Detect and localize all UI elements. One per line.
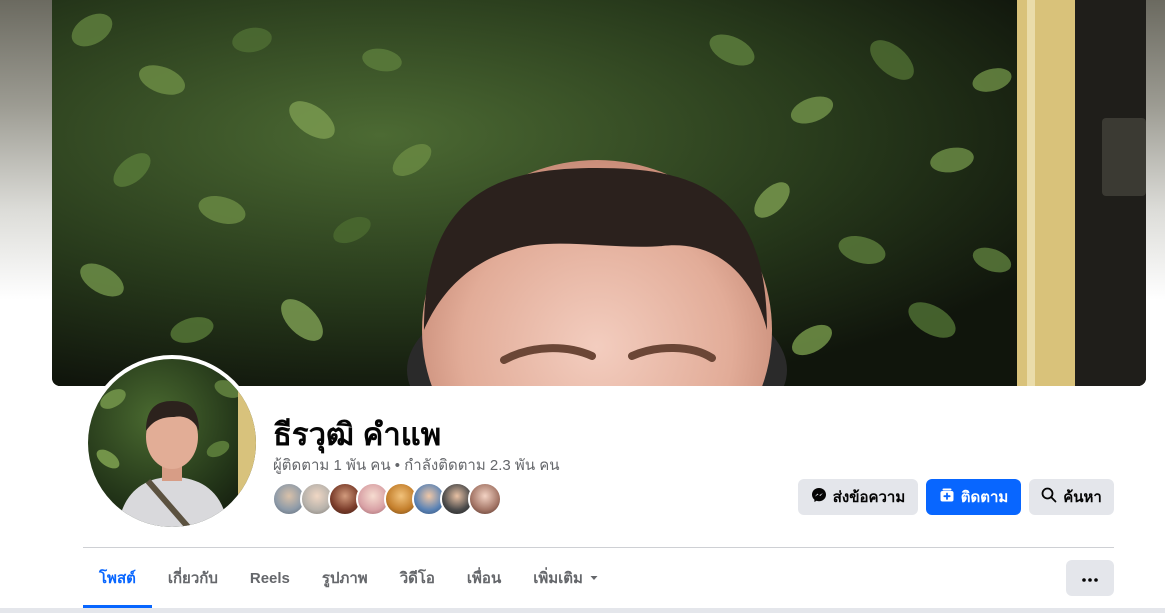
tab-label: รูปภาพ [321,570,368,587]
tab-about[interactable]: เกี่ยวกับ [152,548,234,608]
friend-avatars-row [272,482,502,516]
search-icon [1041,487,1057,507]
tab-reels[interactable]: Reels [234,548,306,608]
more-options-icon [1082,569,1098,587]
search-button-label: ค้นหา [1063,489,1102,506]
feed-background [0,608,1165,613]
caret-down-icon [589,570,599,587]
tab-label: โพสต์ [99,570,136,587]
tab-label: Reels [249,569,290,587]
message-button-label: ส่งข้อความ [832,489,906,506]
cover-photo[interactable] [52,0,1146,386]
follow-button-label: ติดตาม [960,489,1009,506]
more-options-button[interactable] [1066,560,1114,596]
tab-videos[interactable]: วิดีโอ [384,548,451,608]
search-button[interactable]: ค้นหา [1029,479,1114,515]
tab-label: วิดีโอ [399,570,435,587]
tab-more[interactable]: เพิ่มเติม [517,548,615,608]
tab-label: เกี่ยวกับ [167,570,218,587]
tab-label: เพื่อน [466,570,502,587]
tab-posts[interactable]: โพสต์ [83,548,152,608]
message-button[interactable]: ส่งข้อความ [798,479,918,515]
avatar[interactable] [88,359,256,527]
profile-tabs: โพสต์ เกี่ยวกับ Reels รูปภาพ วิดีโอ เพื่… [83,548,615,608]
friend-avatar[interactable] [468,482,502,516]
follow-icon [939,487,955,507]
profile-name: ธีรวุฒิ คำแพ [273,417,442,452]
follower-stats[interactable]: ผู้ติดตาม 1 พัน คน • กำลังติดตาม 2.3 พัน… [273,453,560,477]
tab-label: เพิ่มเติม [533,570,583,587]
follow-button[interactable]: ติดตาม [926,479,1021,515]
messenger-icon [811,487,827,507]
profile-page: ธีรวุฒิ คำแพ ผู้ติดตาม 1 พัน คน • กำลังต… [0,0,1165,613]
profile-picture[interactable] [84,355,260,531]
tab-friends[interactable]: เพื่อน [451,548,517,608]
tab-photos[interactable]: รูปภาพ [306,548,384,608]
